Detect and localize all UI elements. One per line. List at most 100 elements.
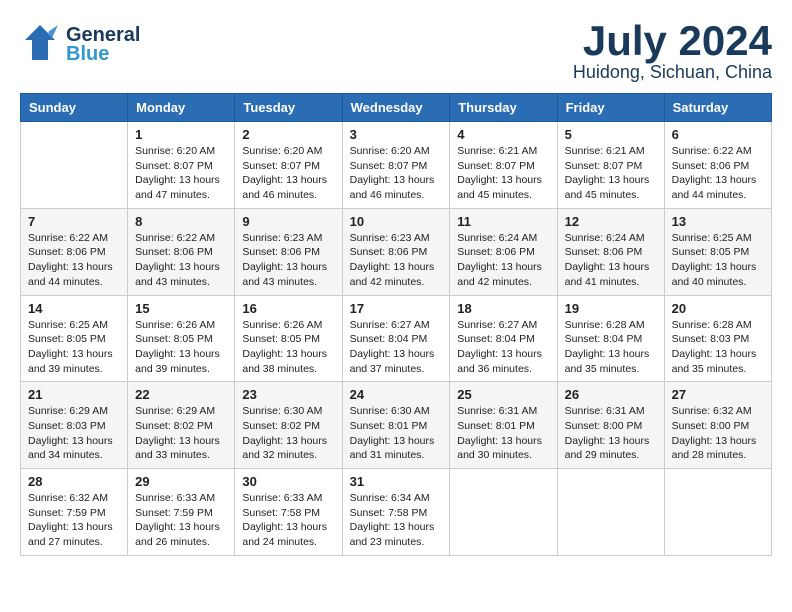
- day-number: 2: [242, 127, 334, 142]
- day-info: Sunrise: 6:20 AM Sunset: 8:07 PM Dayligh…: [135, 144, 227, 203]
- day-info: Sunrise: 6:28 AM Sunset: 8:04 PM Dayligh…: [565, 318, 657, 377]
- calendar-body: 1 Sunrise: 6:20 AM Sunset: 8:07 PM Daylig…: [21, 122, 772, 556]
- calendar-cell: 28 Sunrise: 6:32 AM Sunset: 7:59 PM Dayli…: [21, 469, 128, 556]
- day-info: Sunrise: 6:22 AM Sunset: 8:06 PM Dayligh…: [135, 231, 227, 290]
- calendar-week-4: 21 Sunrise: 6:29 AM Sunset: 8:03 PM Dayli…: [21, 382, 772, 469]
- day-number: 12: [565, 214, 657, 229]
- day-number: 5: [565, 127, 657, 142]
- logo-icon: [20, 20, 60, 70]
- day-info: Sunrise: 6:32 AM Sunset: 8:00 PM Dayligh…: [672, 404, 764, 463]
- day-number: 8: [135, 214, 227, 229]
- calendar-week-1: 1 Sunrise: 6:20 AM Sunset: 8:07 PM Daylig…: [21, 122, 772, 209]
- day-info: Sunrise: 6:20 AM Sunset: 8:07 PM Dayligh…: [350, 144, 443, 203]
- calendar-cell: [450, 469, 557, 556]
- day-info: Sunrise: 6:24 AM Sunset: 8:06 PM Dayligh…: [457, 231, 549, 290]
- calendar-cell: 12 Sunrise: 6:24 AM Sunset: 8:06 PM Dayli…: [557, 208, 664, 295]
- calendar-cell: 3Sunrise: 6:20 AM Sunset: 8:07 PM Daylig…: [342, 122, 450, 209]
- calendar-cell: 7 Sunrise: 6:22 AM Sunset: 8:06 PM Daylig…: [21, 208, 128, 295]
- day-info: Sunrise: 6:33 AM Sunset: 7:59 PM Dayligh…: [135, 491, 227, 550]
- day-number: 14: [28, 301, 120, 316]
- day-info: Sunrise: 6:23 AM Sunset: 8:06 PM Dayligh…: [350, 231, 443, 290]
- calendar-cell: 16 Sunrise: 6:26 AM Sunset: 8:05 PM Dayli…: [235, 295, 342, 382]
- day-number: 16: [242, 301, 334, 316]
- day-info: Sunrise: 6:21 AM Sunset: 8:07 PM Dayligh…: [565, 144, 657, 203]
- day-info: Sunrise: 6:22 AM Sunset: 8:06 PM Dayligh…: [672, 144, 764, 203]
- calendar-cell: 30Sunrise: 6:33 AM Sunset: 7:58 PM Dayli…: [235, 469, 342, 556]
- day-number: 9: [242, 214, 334, 229]
- calendar-cell: 9 Sunrise: 6:23 AM Sunset: 8:06 PM Daylig…: [235, 208, 342, 295]
- calendar-cell: 14 Sunrise: 6:25 AM Sunset: 8:05 PM Dayli…: [21, 295, 128, 382]
- logo: General Blue: [20, 20, 140, 70]
- location-title: Huidong, Sichuan, China: [573, 62, 772, 83]
- day-info: Sunrise: 6:22 AM Sunset: 8:06 PM Dayligh…: [28, 231, 120, 290]
- day-number: 25: [457, 387, 549, 402]
- day-number: 7: [28, 214, 120, 229]
- month-title: July 2024: [573, 20, 772, 62]
- calendar-cell: 6 Sunrise: 6:22 AM Sunset: 8:06 PM Daylig…: [664, 122, 771, 209]
- calendar-cell: 23 Sunrise: 6:30 AM Sunset: 8:02 PM Dayli…: [235, 382, 342, 469]
- column-header-saturday: Saturday: [664, 94, 771, 122]
- day-number: 28: [28, 474, 120, 489]
- logo-text: General Blue: [66, 24, 140, 66]
- day-info: Sunrise: 6:24 AM Sunset: 8:06 PM Dayligh…: [565, 231, 657, 290]
- calendar-cell: 17 Sunrise: 6:27 AM Sunset: 8:04 PM Dayli…: [342, 295, 450, 382]
- calendar-cell: 1 Sunrise: 6:20 AM Sunset: 8:07 PM Daylig…: [128, 122, 235, 209]
- day-number: 23: [242, 387, 334, 402]
- day-number: 10: [350, 214, 443, 229]
- calendar-cell: 22 Sunrise: 6:29 AM Sunset: 8:02 PM Dayli…: [128, 382, 235, 469]
- day-number: 29: [135, 474, 227, 489]
- calendar-week-2: 7 Sunrise: 6:22 AM Sunset: 8:06 PM Daylig…: [21, 208, 772, 295]
- calendar-cell: [557, 469, 664, 556]
- page-header: General Blue July 2024 Huidong, Sichuan,…: [20, 20, 772, 83]
- calendar-cell: [21, 122, 128, 209]
- day-number: 20: [672, 301, 764, 316]
- calendar-cell: 27 Sunrise: 6:32 AM Sunset: 8:00 PM Dayli…: [664, 382, 771, 469]
- day-number: 17: [350, 301, 443, 316]
- day-number: 15: [135, 301, 227, 316]
- day-info: Sunrise: 6:29 AM Sunset: 8:02 PM Dayligh…: [135, 404, 227, 463]
- calendar-cell: 18Sunrise: 6:27 AM Sunset: 8:04 PM Dayli…: [450, 295, 557, 382]
- day-info: Sunrise: 6:21 AM Sunset: 8:07 PM Dayligh…: [457, 144, 549, 203]
- day-info: Sunrise: 6:34 AM Sunset: 7:58 PM Dayligh…: [350, 491, 443, 550]
- calendar-cell: 25Sunrise: 6:31 AM Sunset: 8:01 PM Dayli…: [450, 382, 557, 469]
- day-info: Sunrise: 6:30 AM Sunset: 8:02 PM Dayligh…: [242, 404, 334, 463]
- day-info: Sunrise: 6:20 AM Sunset: 8:07 PM Dayligh…: [242, 144, 334, 203]
- day-info: Sunrise: 6:30 AM Sunset: 8:01 PM Dayligh…: [350, 404, 443, 463]
- day-number: 4: [457, 127, 549, 142]
- calendar-header-row: SundayMondayTuesdayWednesdayThursdayFrid…: [21, 94, 772, 122]
- day-info: Sunrise: 6:23 AM Sunset: 8:06 PM Dayligh…: [242, 231, 334, 290]
- day-number: 21: [28, 387, 120, 402]
- day-info: Sunrise: 6:28 AM Sunset: 8:03 PM Dayligh…: [672, 318, 764, 377]
- day-info: Sunrise: 6:26 AM Sunset: 8:05 PM Dayligh…: [242, 318, 334, 377]
- day-number: 18: [457, 301, 549, 316]
- calendar-cell: 21 Sunrise: 6:29 AM Sunset: 8:03 PM Dayli…: [21, 382, 128, 469]
- calendar-cell: [664, 469, 771, 556]
- day-number: 6: [672, 127, 764, 142]
- calendar-cell: 24 Sunrise: 6:30 AM Sunset: 8:01 PM Dayli…: [342, 382, 450, 469]
- day-number: 22: [135, 387, 227, 402]
- calendar-cell: 15Sunrise: 6:26 AM Sunset: 8:05 PM Dayli…: [128, 295, 235, 382]
- calendar-week-3: 14 Sunrise: 6:25 AM Sunset: 8:05 PM Dayli…: [21, 295, 772, 382]
- day-number: 19: [565, 301, 657, 316]
- calendar-cell: 11 Sunrise: 6:24 AM Sunset: 8:06 PM Dayli…: [450, 208, 557, 295]
- day-number: 27: [672, 387, 764, 402]
- calendar-cell: 20 Sunrise: 6:28 AM Sunset: 8:03 PM Dayli…: [664, 295, 771, 382]
- day-number: 11: [457, 214, 549, 229]
- day-info: Sunrise: 6:31 AM Sunset: 8:00 PM Dayligh…: [565, 404, 657, 463]
- calendar-cell: 19 Sunrise: 6:28 AM Sunset: 8:04 PM Dayli…: [557, 295, 664, 382]
- day-info: Sunrise: 6:32 AM Sunset: 7:59 PM Dayligh…: [28, 491, 120, 550]
- calendar-cell: 29 Sunrise: 6:33 AM Sunset: 7:59 PM Dayli…: [128, 469, 235, 556]
- day-number: 30: [242, 474, 334, 489]
- column-header-tuesday: Tuesday: [235, 94, 342, 122]
- day-info: Sunrise: 6:25 AM Sunset: 8:05 PM Dayligh…: [28, 318, 120, 377]
- calendar-cell: 4 Sunrise: 6:21 AM Sunset: 8:07 PM Daylig…: [450, 122, 557, 209]
- day-number: 26: [565, 387, 657, 402]
- day-number: 1: [135, 127, 227, 142]
- day-info: Sunrise: 6:29 AM Sunset: 8:03 PM Dayligh…: [28, 404, 120, 463]
- day-info: Sunrise: 6:25 AM Sunset: 8:05 PM Dayligh…: [672, 231, 764, 290]
- day-number: 24: [350, 387, 443, 402]
- calendar-cell: 10 Sunrise: 6:23 AM Sunset: 8:06 PM Dayli…: [342, 208, 450, 295]
- day-info: Sunrise: 6:27 AM Sunset: 8:04 PM Dayligh…: [350, 318, 443, 377]
- calendar-cell: 2 Sunrise: 6:20 AM Sunset: 8:07 PM Daylig…: [235, 122, 342, 209]
- calendar-cell: 13Sunrise: 6:25 AM Sunset: 8:05 PM Dayli…: [664, 208, 771, 295]
